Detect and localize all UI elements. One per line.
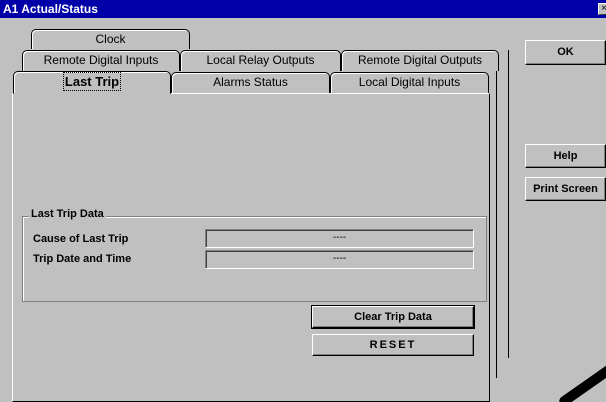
tab-remote-digital-outputs-label: Remote Digital Outputs	[357, 53, 483, 67]
tab-page-last-trip: Last Trip Data Cause of Last Trip ---- T…	[12, 93, 490, 402]
tab-alarms-status[interactable]: Alarms Status	[171, 72, 330, 93]
tab-local-relay-outputs[interactable]: Local Relay Outputs	[180, 50, 341, 71]
window-title: A1 Actual/Status	[3, 2, 98, 16]
datetime-label: Trip Date and Time	[33, 253, 132, 265]
print-screen-button[interactable]: Print Screen	[525, 177, 606, 201]
clear-trip-data-button[interactable]: Clear Trip Data	[311, 305, 475, 329]
ok-button[interactable]: OK	[525, 40, 606, 65]
help-button[interactable]: Help	[525, 144, 606, 168]
reset-button[interactable]: RESET	[312, 334, 474, 356]
tab-last-trip[interactable]: Last Trip	[13, 71, 171, 94]
tab-remote-digital-inputs[interactable]: Remote Digital Inputs	[22, 50, 180, 71]
tab-clock-label: Clock	[95, 32, 126, 46]
tab-last-trip-label: Last Trip	[62, 72, 122, 91]
window: A1 Actual/Status × Clock Remote Digital …	[0, 0, 606, 402]
tab-remote-digital-inputs-label: Remote Digital Inputs	[43, 53, 159, 67]
cause-label: Cause of Last Trip	[33, 233, 129, 245]
tab-local-relay-outputs-label: Local Relay Outputs	[206, 53, 315, 67]
datetime-field: ----	[205, 250, 474, 269]
title-bar[interactable]: A1 Actual/Status	[0, 0, 606, 18]
tab-local-digital-inputs-label: Local Digital Inputs	[358, 75, 461, 89]
close-icon[interactable]: ×	[598, 3, 606, 15]
cause-field: ----	[205, 229, 474, 248]
tab-alarms-status-label: Alarms Status	[213, 75, 288, 89]
tab-remote-digital-outputs[interactable]: Remote Digital Outputs	[341, 50, 499, 71]
tab-clock[interactable]: Clock	[31, 29, 190, 49]
tab-local-digital-inputs[interactable]: Local Digital Inputs	[330, 72, 489, 93]
last-trip-group-label: Last Trip Data	[29, 208, 106, 220]
